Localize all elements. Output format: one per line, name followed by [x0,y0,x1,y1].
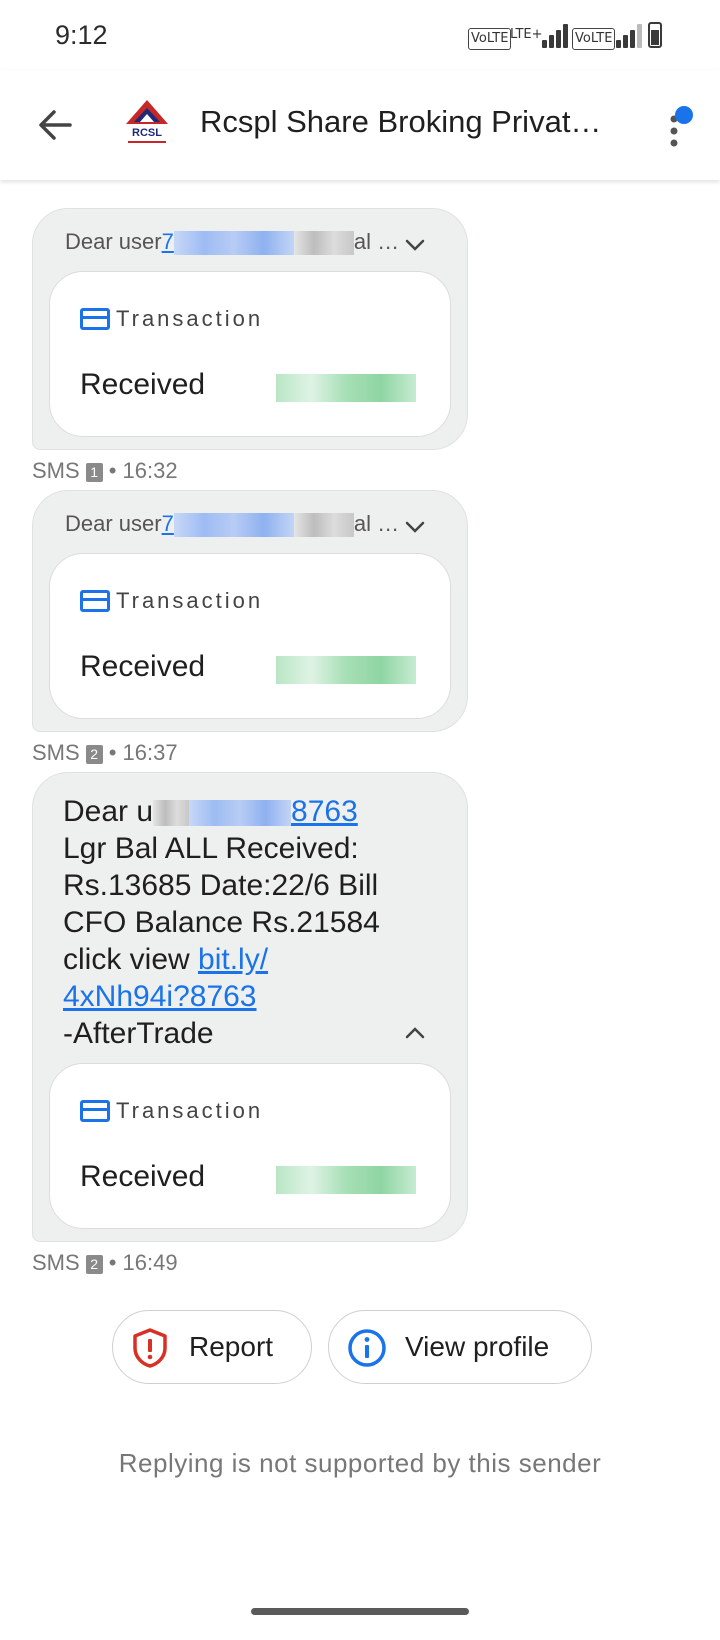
short-link[interactable]: bit.ly/ [198,943,268,976]
body-line: Dear u [63,795,154,828]
lte-label: LTE+ [510,27,543,42]
transaction-card[interactable]: Transaction Received [49,1063,451,1229]
card-status: Received [80,1160,206,1193]
battery-icon [648,22,662,48]
body-line: click view [63,943,199,976]
card-icon [80,308,110,330]
message-preview: Dear user7 al … [65,511,400,538]
meta-time: • 16:37 [108,740,178,765]
card-status: Received [80,650,206,683]
amount-redacted [276,1166,416,1194]
card-status: Received [80,368,206,401]
message-body: Dear u 8763 Lgr Bal ALL Received: Rs.1368… [63,793,403,1052]
sim-icon: 2 [85,1254,103,1274]
message-bubble[interactable]: Dear u 8763 Lgr Bal ALL Received: Rs.1368… [32,772,468,1242]
notification-dot [675,106,693,124]
status-time: 9:12 [55,20,108,50]
sender-title[interactable]: Rcspl Share Broking Privat… [200,104,620,140]
body-line: Lgr Bal ALL Received: [63,832,359,865]
preview-suffix: al … [353,229,400,254]
preview-text: Dear user [65,229,162,254]
shield-alert-icon [133,1328,167,1368]
message-meta: SMS 2 • 16:49 [32,1250,178,1276]
home-indicator[interactable] [251,1608,469,1615]
body-line: CFO Balance Rs.21584 [63,906,380,939]
info-icon [348,1329,386,1367]
preview-suffix: al … [353,511,400,536]
preview-text: Dear user [65,511,162,536]
meta-channel: SMS [32,740,80,765]
signal-1-icon [542,24,572,48]
meta-channel: SMS [32,1250,80,1275]
sim-icon: 2 [85,744,103,764]
logo-text: RCSL [132,127,162,139]
report-button[interactable]: Report [112,1310,312,1384]
amount-redacted [276,656,416,684]
transaction-card[interactable]: Transaction Received [49,553,451,719]
body-link[interactable]: 8763 [189,795,358,828]
sender-avatar: RCSL [118,98,176,148]
chevron-up-icon[interactable] [405,1023,425,1043]
transaction-card[interactable]: Transaction Received [49,271,451,437]
message-meta: SMS 2 • 16:37 [32,740,178,766]
short-link[interactable]: 4xNh94i?8763 [63,980,257,1013]
message-meta: SMS 1 • 16:32 [32,458,178,484]
card-label: Transaction [116,588,264,613]
view-profile-label: View profile [405,1331,550,1362]
more-button[interactable] [660,100,700,160]
view-profile-button[interactable]: View profile [328,1310,592,1384]
meta-time: • 16:49 [108,1250,178,1275]
back-button[interactable] [32,100,82,150]
preview-link[interactable]: 7 [162,511,294,538]
volte-2-badge: VoLTE [572,28,616,50]
card-label: Transaction [116,1098,264,1123]
meta-time: • 16:32 [108,458,178,483]
card-label: Transaction [116,306,264,331]
reply-unsupported-note: Replying is not supported by this sender [118,1448,602,1478]
card-icon [80,590,110,612]
chevron-down-icon[interactable] [405,517,425,537]
message-preview: Dear user7 al … [65,229,400,256]
app-bar: RCSL Rcspl Share Broking Privat… [0,70,720,180]
report-label: Report [189,1331,274,1362]
message-bubble[interactable]: Dear user7 al … Transaction Received [32,490,468,732]
volte-1-badge: VoLTE [468,28,512,50]
body-line: -AfterTrade [63,1017,214,1050]
meta-channel: SMS [32,458,80,483]
rcsl-logo-icon: RCSL [122,100,172,143]
signal-2-icon [616,24,646,48]
sim-icon: 1 [85,462,103,482]
message-bubble[interactable]: Dear user7 al … Transaction Received [32,208,468,450]
card-icon [80,1100,110,1122]
preview-link[interactable]: 7 [162,229,294,256]
amount-redacted [276,374,416,402]
chevron-down-icon[interactable] [405,235,425,255]
arrow-left-icon [39,110,72,140]
body-line: Rs.13685 Date:22/6 Bill [63,869,379,902]
more-vertical-icon [670,106,693,147]
